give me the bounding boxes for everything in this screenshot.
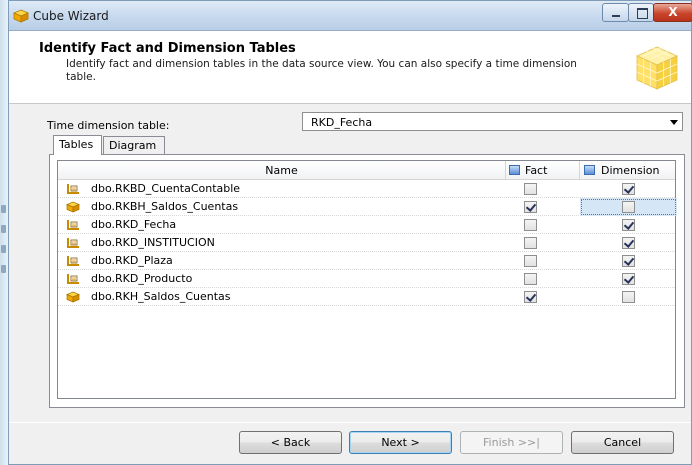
fact-checkbox[interactable] (524, 273, 537, 285)
table-name: dbo.RKD_Producto (91, 272, 193, 285)
fact-cell[interactable] (506, 270, 580, 288)
next-button[interactable]: Next > (349, 431, 452, 454)
table-name-cell[interactable]: dbo.RKBH_Saldos_Cuentas (58, 198, 506, 216)
wizard-header: Identify Fact and Dimension Tables Ident… (9, 31, 691, 104)
cube-wizard-window: Cube Wizard X Identify Fact and Dimensio… (8, 0, 692, 465)
maximize-button[interactable] (628, 3, 654, 22)
dimension-checkbox[interactable] (622, 273, 635, 285)
column-header-dimension[interactable]: Dimension (580, 161, 677, 180)
desktop-edge (0, 0, 8, 465)
dimension-table-icon (66, 219, 80, 231)
table-name-cell[interactable]: dbo.RKD_Producto (58, 270, 506, 288)
dimension-cell[interactable] (580, 198, 677, 216)
fact-cell[interactable] (506, 216, 580, 234)
time-dimension-label: Time dimension table: (47, 119, 170, 132)
table-row[interactable]: dbo.RKH_Saldos_Cuentas (58, 288, 675, 306)
table-name: dbo.RKBH_Saldos_Cuentas (91, 200, 239, 213)
dimension-table-icon (66, 255, 80, 267)
fact-checkbox[interactable] (524, 255, 537, 267)
fact-cell[interactable] (506, 180, 580, 198)
tables-grid: Name Fact Dimension dbo.RKBD_CuentaConta… (57, 160, 677, 399)
footer-divider (9, 422, 691, 423)
table-row[interactable]: dbo.RKD_Producto (58, 270, 675, 288)
fact-cell[interactable] (506, 252, 580, 270)
dimension-checkbox[interactable] (622, 291, 635, 303)
column-header-name-label: Name (265, 164, 298, 177)
table-name-cell[interactable]: dbo.RKD_INSTITUCION (58, 234, 506, 252)
chevron-down-icon[interactable] (670, 120, 678, 125)
table-name-cell[interactable]: dbo.RKD_Fecha (58, 216, 506, 234)
page-title: Identify Fact and Dimension Tables (39, 41, 296, 56)
dimension-table-icon (66, 183, 80, 195)
tables-tab-panel: Name Fact Dimension dbo.RKBD_CuentaConta… (49, 154, 685, 408)
finish-button: Finish >>| (460, 431, 563, 454)
time-dimension-value: RKD_Fecha (311, 116, 373, 129)
close-icon: X (668, 5, 678, 19)
fact-checkbox[interactable] (524, 219, 537, 231)
table-name-cell[interactable]: dbo.RKBD_CuentaContable (58, 180, 506, 198)
dimension-cell[interactable] (580, 252, 677, 270)
table-name: dbo.RKD_Plaza (91, 254, 173, 267)
table-row[interactable]: dbo.RKBH_Saldos_Cuentas (58, 198, 677, 216)
table-row[interactable]: dbo.RKBD_CuentaContable (58, 180, 675, 198)
cancel-button[interactable]: Cancel (571, 431, 674, 454)
dimension-table-icon (66, 273, 80, 285)
dimension-checkbox[interactable] (622, 201, 635, 213)
tab-tables[interactable]: Tables (53, 135, 102, 155)
title-bar[interactable]: Cube Wizard X (9, 1, 692, 31)
table-name-cell[interactable]: dbo.RKH_Saldos_Cuentas (58, 288, 506, 306)
table-name: dbo.RKBD_CuentaContable (91, 182, 241, 195)
table-name-cell[interactable]: dbo.RKD_Plaza (58, 252, 506, 270)
column-header-dimension-label: Dimension (601, 164, 660, 177)
fact-table-icon (66, 201, 80, 213)
dimension-checkbox[interactable] (622, 237, 635, 249)
table-name: dbo.RKD_Fecha (91, 218, 177, 231)
select-all-fact-checkbox[interactable] (509, 165, 520, 175)
column-header-fact-label: Fact (525, 164, 548, 177)
dimension-table-icon (66, 237, 80, 249)
tab-diagram[interactable]: Diagram (103, 136, 165, 155)
table-name: dbo.RKD_INSTITUCION (91, 236, 215, 249)
column-header-fact[interactable]: Fact (506, 161, 580, 180)
table-row[interactable]: dbo.RKD_Fecha (58, 216, 675, 234)
time-dimension-select[interactable]: RKD_Fecha (302, 112, 683, 131)
table-name: dbo.RKH_Saldos_Cuentas (91, 290, 231, 303)
dimension-checkbox[interactable] (622, 183, 635, 195)
fact-table-icon (66, 291, 80, 303)
dimension-cell[interactable] (580, 288, 677, 306)
select-all-dimension-checkbox[interactable] (584, 165, 595, 175)
dimension-checkbox[interactable] (622, 219, 635, 231)
dimension-checkbox[interactable] (622, 255, 635, 267)
fact-checkbox[interactable] (524, 201, 537, 213)
fact-checkbox[interactable] (524, 183, 537, 195)
close-button[interactable]: X (653, 3, 692, 22)
fact-cell[interactable] (506, 288, 580, 306)
fact-checkbox[interactable] (524, 291, 537, 303)
table-row[interactable]: dbo.RKD_Plaza (58, 252, 675, 270)
dimension-cell[interactable] (580, 270, 677, 288)
page-description: Identify fact and dimension tables in th… (66, 58, 577, 83)
fact-cell[interactable] (506, 234, 580, 252)
grid-header: Name Fact Dimension (58, 161, 675, 180)
back-button[interactable]: < Back (239, 431, 342, 454)
wizard-cube-icon (636, 46, 678, 90)
dimension-cell[interactable] (580, 216, 677, 234)
table-row[interactable]: dbo.RKD_INSTITUCION (58, 234, 675, 252)
dimension-cell[interactable] (580, 234, 677, 252)
column-header-name[interactable]: Name (58, 161, 506, 180)
fact-checkbox[interactable] (524, 237, 537, 249)
fact-cell[interactable] (506, 198, 580, 216)
window-title: Cube Wizard (33, 9, 109, 23)
minimize-button[interactable] (602, 3, 629, 22)
cube-icon (13, 9, 29, 23)
dimension-cell[interactable] (580, 180, 677, 198)
